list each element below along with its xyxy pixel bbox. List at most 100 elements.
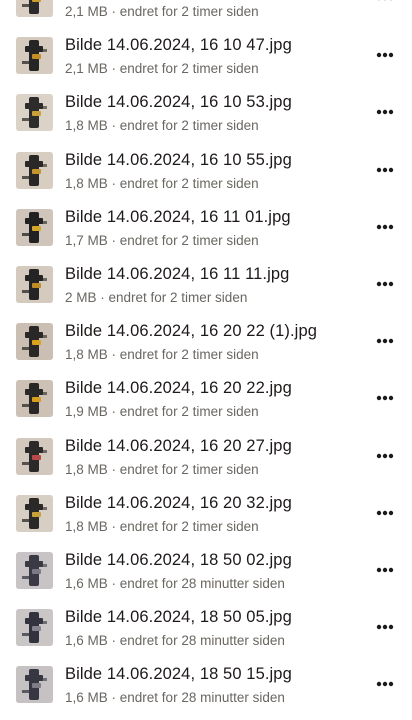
meta-separator: · [107, 4, 120, 19]
file-modified: endret for 2 timer siden [119, 4, 259, 19]
file-name[interactable]: Bilde 14.06.2024, 16 20 22.jpg [65, 379, 292, 398]
file-row[interactable]: Bilde 14.06.2024, 16 11 11.jpg 2 MB · en… [0, 258, 412, 315]
file-name[interactable]: Bilde 14.06.2024, 16 11 11.jpg [65, 265, 289, 284]
image-thumbnail-icon[interactable] [16, 437, 53, 475]
more-options-button[interactable] [368, 442, 402, 470]
file-meta: 1,7 MB · endret for 2 timer siden [65, 233, 259, 248]
image-thumbnail-icon[interactable] [16, 94, 53, 132]
image-thumbnail-icon[interactable] [16, 609, 53, 647]
more-horizontal-icon [376, 624, 394, 630]
more-options-button[interactable] [368, 41, 402, 69]
file-meta: 2,1 MB · endret for 2 timer siden [65, 4, 259, 19]
file-meta: 1,6 MB · endret for 28 minutter siden [65, 633, 285, 648]
file-row[interactable]: Bilde 14.06.2024, 18 50 05.jpg 1,6 MB · … [0, 601, 412, 658]
photo-preview [16, 666, 53, 704]
file-name[interactable]: Bilde 14.06.2024, 18 50 02.jpg [65, 551, 292, 570]
file-meta: 1,8 MB · endret for 2 timer siden [65, 118, 259, 133]
image-thumbnail-icon[interactable] [16, 37, 53, 75]
file-modified: endret for 28 minutter siden [119, 633, 285, 649]
file-modified: endret for 2 timer siden [119, 61, 259, 77]
file-row[interactable]: Bilde 14.06.2024, 16 10 53.jpg 1,8 MB · … [0, 86, 412, 143]
file-size: 1,8 MB [65, 175, 108, 191]
photo-preview [16, 551, 53, 589]
more-options-button[interactable] [368, 613, 402, 641]
image-thumbnail-icon[interactable] [16, 551, 53, 589]
photo-preview [16, 494, 53, 532]
file-name[interactable]: Bilde 14.06.2024, 16 11 01.jpg [65, 208, 291, 227]
file-name[interactable]: Bilde 14.06.2024, 18 50 05.jpg [65, 608, 292, 627]
file-modified: endret for 2 timer siden [119, 118, 259, 134]
file-meta: 1,6 MB · endret for 28 minutter siden [65, 576, 285, 591]
more-options-button[interactable] [368, 270, 402, 298]
meta-separator: · [107, 518, 120, 534]
image-thumbnail-icon[interactable] [16, 0, 53, 17]
more-options-button[interactable] [368, 499, 402, 527]
more-horizontal-icon [376, 224, 394, 229]
file-size: 1,8 MB [65, 118, 108, 134]
meta-separator: · [107, 118, 120, 134]
file-modified: endret for 2 timer siden [108, 289, 248, 305]
more-horizontal-icon [376, 281, 394, 287]
meta-separator: · [107, 575, 120, 591]
more-options-button[interactable] [368, 670, 402, 698]
photo-preview [16, 208, 53, 246]
file-name[interactable]: Bilde 14.06.2024, 16 10 53.jpg [65, 93, 292, 112]
file-row[interactable]: Bilde 14.06.2024, 16 10 55.jpg 1,8 MB · … [0, 144, 412, 201]
meta-separator: · [107, 461, 120, 477]
file-list: Bilde 14.06.2024, 16 10 42.jpg 2,1 MB · … [0, 0, 412, 715]
file-row[interactable]: Bilde 14.06.2024, 16 20 27.jpg 1,8 MB · … [0, 430, 412, 487]
file-modified: endret for 28 minutter siden [119, 575, 285, 591]
meta-separator: · [107, 232, 120, 248]
more-horizontal-icon [376, 396, 394, 401]
file-row[interactable]: Bilde 14.06.2024, 16 20 22 (1).jpg 1,8 M… [0, 315, 412, 372]
file-name[interactable]: Bilde 14.06.2024, 16 20 27.jpg [65, 437, 292, 456]
file-size: 1,6 MB [65, 633, 108, 649]
photo-preview [16, 0, 53, 17]
file-name[interactable]: Bilde 14.06.2024, 16 10 47.jpg [65, 36, 292, 55]
photo-preview [16, 380, 53, 418]
file-size: 1,9 MB [65, 404, 108, 420]
file-size: 1,8 MB [65, 347, 108, 363]
image-thumbnail-icon[interactable] [16, 666, 53, 704]
file-meta: 1,8 MB · endret for 2 timer siden [65, 176, 259, 191]
more-options-button[interactable] [368, 0, 402, 12]
photo-preview [16, 151, 53, 189]
file-size: 1,6 MB [65, 575, 108, 591]
photo-preview [16, 37, 53, 75]
more-options-button[interactable] [368, 556, 402, 584]
image-thumbnail-icon[interactable] [16, 380, 53, 418]
file-row[interactable]: Bilde 14.06.2024, 16 20 22.jpg 1,9 MB · … [0, 372, 412, 429]
more-options-button[interactable] [368, 156, 402, 184]
image-thumbnail-icon[interactable] [16, 208, 53, 246]
file-row[interactable]: Bilde 14.06.2024, 18 50 02.jpg 1,6 MB · … [0, 544, 412, 601]
file-row[interactable]: Bilde 14.06.2024, 16 10 47.jpg 2,1 MB · … [0, 29, 412, 86]
more-options-button[interactable] [368, 384, 402, 412]
meta-separator: · [107, 404, 120, 420]
file-row[interactable]: Bilde 14.06.2024, 16 10 42.jpg 2,1 MB · … [0, 0, 412, 29]
file-size: 1,8 MB [65, 518, 108, 534]
file-name[interactable]: Bilde 14.06.2024, 16 10 55.jpg [65, 151, 292, 170]
more-horizontal-icon [376, 510, 394, 515]
file-modified: endret for 2 timer siden [119, 175, 259, 191]
file-row[interactable]: Bilde 14.06.2024, 18 50 15.jpg 1,6 MB · … [0, 658, 412, 715]
file-size: 2 MB [65, 289, 97, 305]
file-size: 2,1 MB [65, 61, 108, 77]
image-thumbnail-icon[interactable] [16, 151, 53, 189]
file-meta: 1,8 MB · endret for 2 timer siden [65, 519, 259, 534]
file-row[interactable]: Bilde 14.06.2024, 16 20 32.jpg 1,8 MB · … [0, 487, 412, 544]
file-size: 1,6 MB [65, 690, 108, 706]
file-meta: 1,8 MB · endret for 2 timer siden [65, 462, 259, 477]
image-thumbnail-icon[interactable] [16, 494, 53, 532]
more-horizontal-icon [376, 682, 394, 687]
file-name[interactable]: Bilde 14.06.2024, 16 20 22 (1).jpg [65, 322, 317, 341]
file-row[interactable]: Bilde 14.06.2024, 16 11 01.jpg 1,7 MB · … [0, 201, 412, 258]
image-thumbnail-icon[interactable] [16, 323, 53, 361]
image-thumbnail-icon[interactable] [16, 265, 53, 303]
more-options-button[interactable] [368, 98, 402, 126]
more-options-button[interactable] [368, 213, 402, 241]
file-name[interactable]: Bilde 14.06.2024, 16 20 32.jpg [65, 494, 292, 513]
more-options-button[interactable] [368, 327, 402, 355]
file-name[interactable]: Bilde 14.06.2024, 18 50 15.jpg [65, 665, 292, 684]
more-horizontal-icon [378, 0, 392, 1]
file-modified: endret for 2 timer siden [119, 347, 259, 363]
